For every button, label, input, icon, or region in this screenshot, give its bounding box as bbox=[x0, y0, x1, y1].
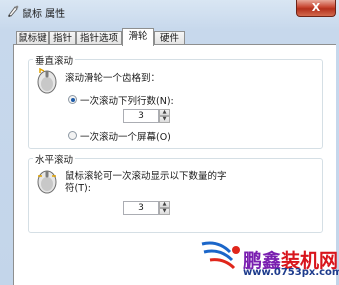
tab-buttons[interactable]: 鼠标键 bbox=[16, 31, 49, 45]
chars-spin-buttons: ▲ ▼ bbox=[159, 201, 170, 215]
radio-scroll-lines-label[interactable]: 一次滚动下列行数(N): bbox=[80, 93, 174, 107]
chars-spinner: ▲ ▼ bbox=[123, 201, 171, 215]
chars-input[interactable] bbox=[123, 201, 159, 215]
radio-scroll-screen-label[interactable]: 一次滚动一个屏幕(O) bbox=[80, 129, 171, 143]
vertical-scroll-prompt: 滚动滑轮一个齿格到： bbox=[65, 73, 161, 84]
lines-spin-buttons: ▲ ▼ bbox=[159, 109, 170, 123]
lines-input[interactable] bbox=[123, 109, 159, 123]
window-frame: 鼠标 属性 X 鼠标键 指针 指针选项 滑轮 硬件 垂直滚动 滚动滑轮一个齿格到… bbox=[0, 0, 339, 285]
radio-scroll-lines[interactable] bbox=[68, 95, 77, 104]
close-button[interactable]: X bbox=[296, 0, 336, 17]
title-bar[interactable]: 鼠标 属性 X bbox=[0, 0, 339, 22]
tab-wheel[interactable]: 滑轮 bbox=[122, 28, 154, 46]
horizontal-scroll-prompt-line2: 符(T): bbox=[65, 183, 91, 194]
radio-scroll-screen[interactable] bbox=[68, 131, 77, 140]
watermark-swoosh-logo bbox=[201, 241, 240, 270]
vertical-scrolling-title: 垂直滚动 bbox=[33, 53, 76, 67]
lines-decrease-button[interactable]: ▼ bbox=[159, 116, 170, 123]
horizontal-scrolling-title: 水平滚动 bbox=[33, 152, 76, 166]
chars-decrease-button[interactable]: ▼ bbox=[159, 208, 170, 215]
vertical-scrolling-group: 垂直滚动 滚动滑轮一个齿格到： 一次滚动下列行数(N): ▲ ▼ 一次滚动一个屏… bbox=[28, 53, 323, 149]
watermark-url: www.0753px.com bbox=[243, 267, 339, 278]
chars-increase-button[interactable]: ▲ bbox=[159, 201, 170, 208]
horizontal-scrolling-group: 水平滚动 鼠标滚轮可一次滚动显示以下数量的字 符(T): ▲ ▼ bbox=[28, 152, 323, 233]
mouse-wheel-icon bbox=[37, 68, 57, 94]
lines-increase-button[interactable]: ▲ bbox=[159, 109, 170, 116]
tab-pointer-options[interactable]: 指针选项 bbox=[76, 31, 122, 45]
mouse-properties-icon bbox=[8, 5, 19, 17]
tab-pointers[interactable]: 指针 bbox=[49, 31, 76, 45]
window-title: 鼠标 属性 bbox=[22, 9, 66, 20]
tab-hardware[interactable]: 硬件 bbox=[154, 31, 185, 45]
mouse-tilt-wheel-icon bbox=[37, 170, 57, 194]
lines-spinner: ▲ ▼ bbox=[123, 109, 171, 123]
